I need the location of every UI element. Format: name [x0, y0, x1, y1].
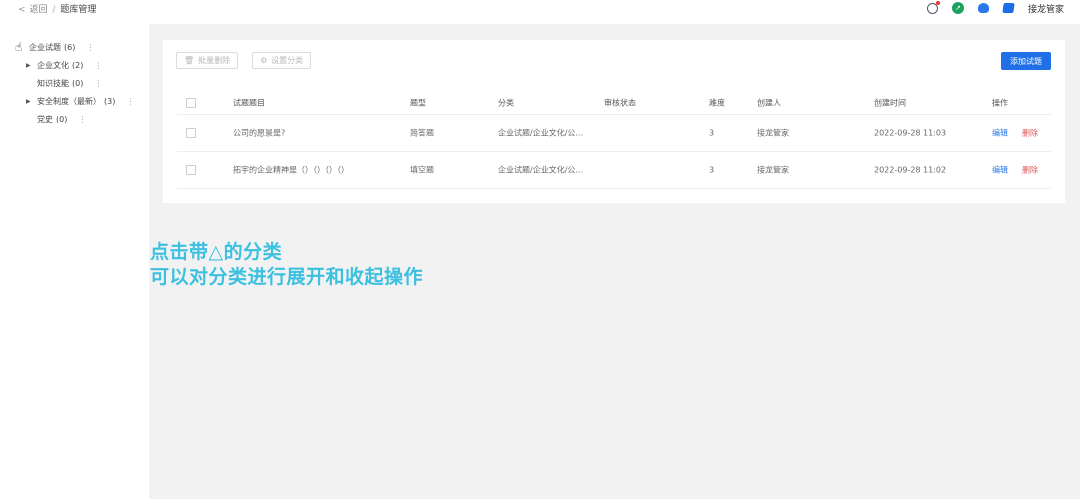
creator: 接龙管家: [757, 128, 789, 138]
back-label[interactable]: 返回: [30, 5, 48, 15]
more-icon[interactable]: ⋮: [126, 97, 134, 106]
edit-link[interactable]: 编辑: [992, 128, 1008, 139]
set-category-button[interactable]: ⚙ 设置分类: [252, 52, 312, 69]
table-row: 拓宇的企业精神是（）（）（）（） 填空题 企业试题/企业文化/公... 3 接龙…: [177, 152, 1051, 189]
tree-item-label: 党史: [37, 115, 53, 124]
question-category: 企业试题/企业文化/公...: [498, 165, 584, 175]
user-name[interactable]: 接龙管家: [1028, 2, 1064, 15]
column-header: 题型: [410, 98, 426, 108]
table-row: 公司的愿景是? 简答题 企业试题/企业文化/公... 3 接龙管家 2022-0…: [177, 115, 1051, 152]
category-tree: 企业试题 (6) ⋮ ▶ 企业文化 (2) ⋮ 知识技能 (0) ⋮ ▶ 安全制…: [0, 24, 148, 499]
tutorial-caption: 点击带△的分类 可以对分类进行展开和收起操作: [150, 240, 423, 290]
created-at: 2022-09-28 11:02: [874, 165, 947, 175]
gear-icon: ⚙: [260, 56, 268, 65]
table-header: 试题题目 题型 分类 审核状态 难度 创建人 创建时间 操作: [177, 92, 1051, 115]
caret-right-icon[interactable]: ▶: [26, 62, 34, 69]
question-type: 简答题: [410, 128, 434, 138]
column-header: 操作: [992, 98, 1008, 108]
chevron-left-icon: <: [18, 5, 26, 15]
trash-icon: 🗑: [184, 56, 195, 65]
creator: 接龙管家: [757, 165, 789, 175]
breadcrumb-separator: /: [52, 5, 56, 15]
top-bar: < 返回 / 题库管理 ↗ 接龙管家: [0, 0, 1080, 18]
delete-link[interactable]: 删除: [1022, 128, 1038, 139]
delete-link[interactable]: 删除: [1022, 165, 1038, 176]
app-logo-icon: [1002, 3, 1015, 13]
tree-item-culture[interactable]: ▶ 企业文化 (2) ⋮: [26, 60, 102, 71]
caret-right-icon[interactable]: ▶: [26, 98, 34, 105]
more-icon[interactable]: ⋮: [78, 115, 86, 124]
tree-item-count: (2): [72, 61, 84, 70]
tree-item-count: (0): [72, 79, 84, 88]
more-icon[interactable]: ⋮: [94, 79, 102, 88]
question-title: 拓宇的企业精神是（）（）（）（）: [233, 165, 349, 175]
batch-delete-button[interactable]: 🗑 批量删除: [176, 52, 239, 69]
caption-line-1: 点击带△的分类: [150, 241, 283, 263]
tree-item-label: 安全制度（最新）: [37, 97, 101, 106]
more-icon[interactable]: ⋮: [94, 61, 102, 70]
add-question-button[interactable]: 添加试题: [1001, 52, 1051, 70]
tree-item-knowledge[interactable]: 知识技能 (0) ⋮: [26, 78, 102, 89]
difficulty: 3: [709, 128, 715, 138]
column-header: 创建人: [757, 98, 781, 108]
back-link[interactable]: < 返回 / 题库管理: [18, 2, 96, 15]
column-header: 创建时间: [874, 98, 906, 108]
column-header: 难度: [709, 98, 725, 108]
question-type: 填空题: [410, 165, 434, 175]
robot-icon[interactable]: [977, 3, 989, 13]
more-icon[interactable]: ⋮: [86, 43, 94, 52]
batch-delete-label: 批量删除: [198, 56, 231, 65]
question-title: 公司的愿景是?: [233, 128, 286, 138]
column-header: 试题题目: [233, 98, 265, 108]
timer-icon[interactable]: [926, 0, 940, 14]
column-header: 分类: [498, 98, 514, 108]
caption-line-2: 可以对分类进行展开和收起操作: [150, 266, 424, 288]
select-all-checkbox[interactable]: [186, 98, 196, 108]
header-actions: ↗ 接龙管家: [926, 0, 1064, 16]
created-at: 2022-09-28 11:03: [874, 128, 947, 138]
tree-item-label: 企业文化: [37, 61, 69, 70]
green-app-icon[interactable]: ↗: [951, 2, 964, 14]
hand-cursor-icon: ☝: [15, 40, 23, 54]
tree-item-count: (3): [104, 97, 116, 106]
row-checkbox[interactable]: [186, 128, 196, 138]
column-header: 审核状态: [604, 98, 636, 108]
tree-item-party-history[interactable]: 党史 (0) ⋮: [26, 114, 86, 125]
tree-item-label: 知识技能: [37, 79, 69, 88]
question-category: 企业试题/企业文化/公...: [498, 128, 584, 138]
page-title: 题库管理: [60, 5, 97, 15]
row-checkbox[interactable]: [186, 165, 196, 175]
tree-item-safety[interactable]: ▶ 安全制度（最新） (3) ⋮: [26, 96, 134, 107]
tree-item-count: (6): [64, 43, 76, 52]
tree-item-label: 企业试题: [29, 43, 61, 52]
tree-item-enterprise-questions[interactable]: 企业试题 (6) ⋮: [18, 42, 94, 53]
set-category-label: 设置分类: [271, 56, 304, 65]
tree-item-count: (0): [56, 115, 68, 124]
edit-link[interactable]: 编辑: [992, 165, 1008, 176]
difficulty: 3: [709, 165, 715, 175]
question-card: 🗑 批量删除 ⚙ 设置分类 添加试题 试题题目 题型 分类 审核状态 难度 创建…: [163, 40, 1065, 203]
